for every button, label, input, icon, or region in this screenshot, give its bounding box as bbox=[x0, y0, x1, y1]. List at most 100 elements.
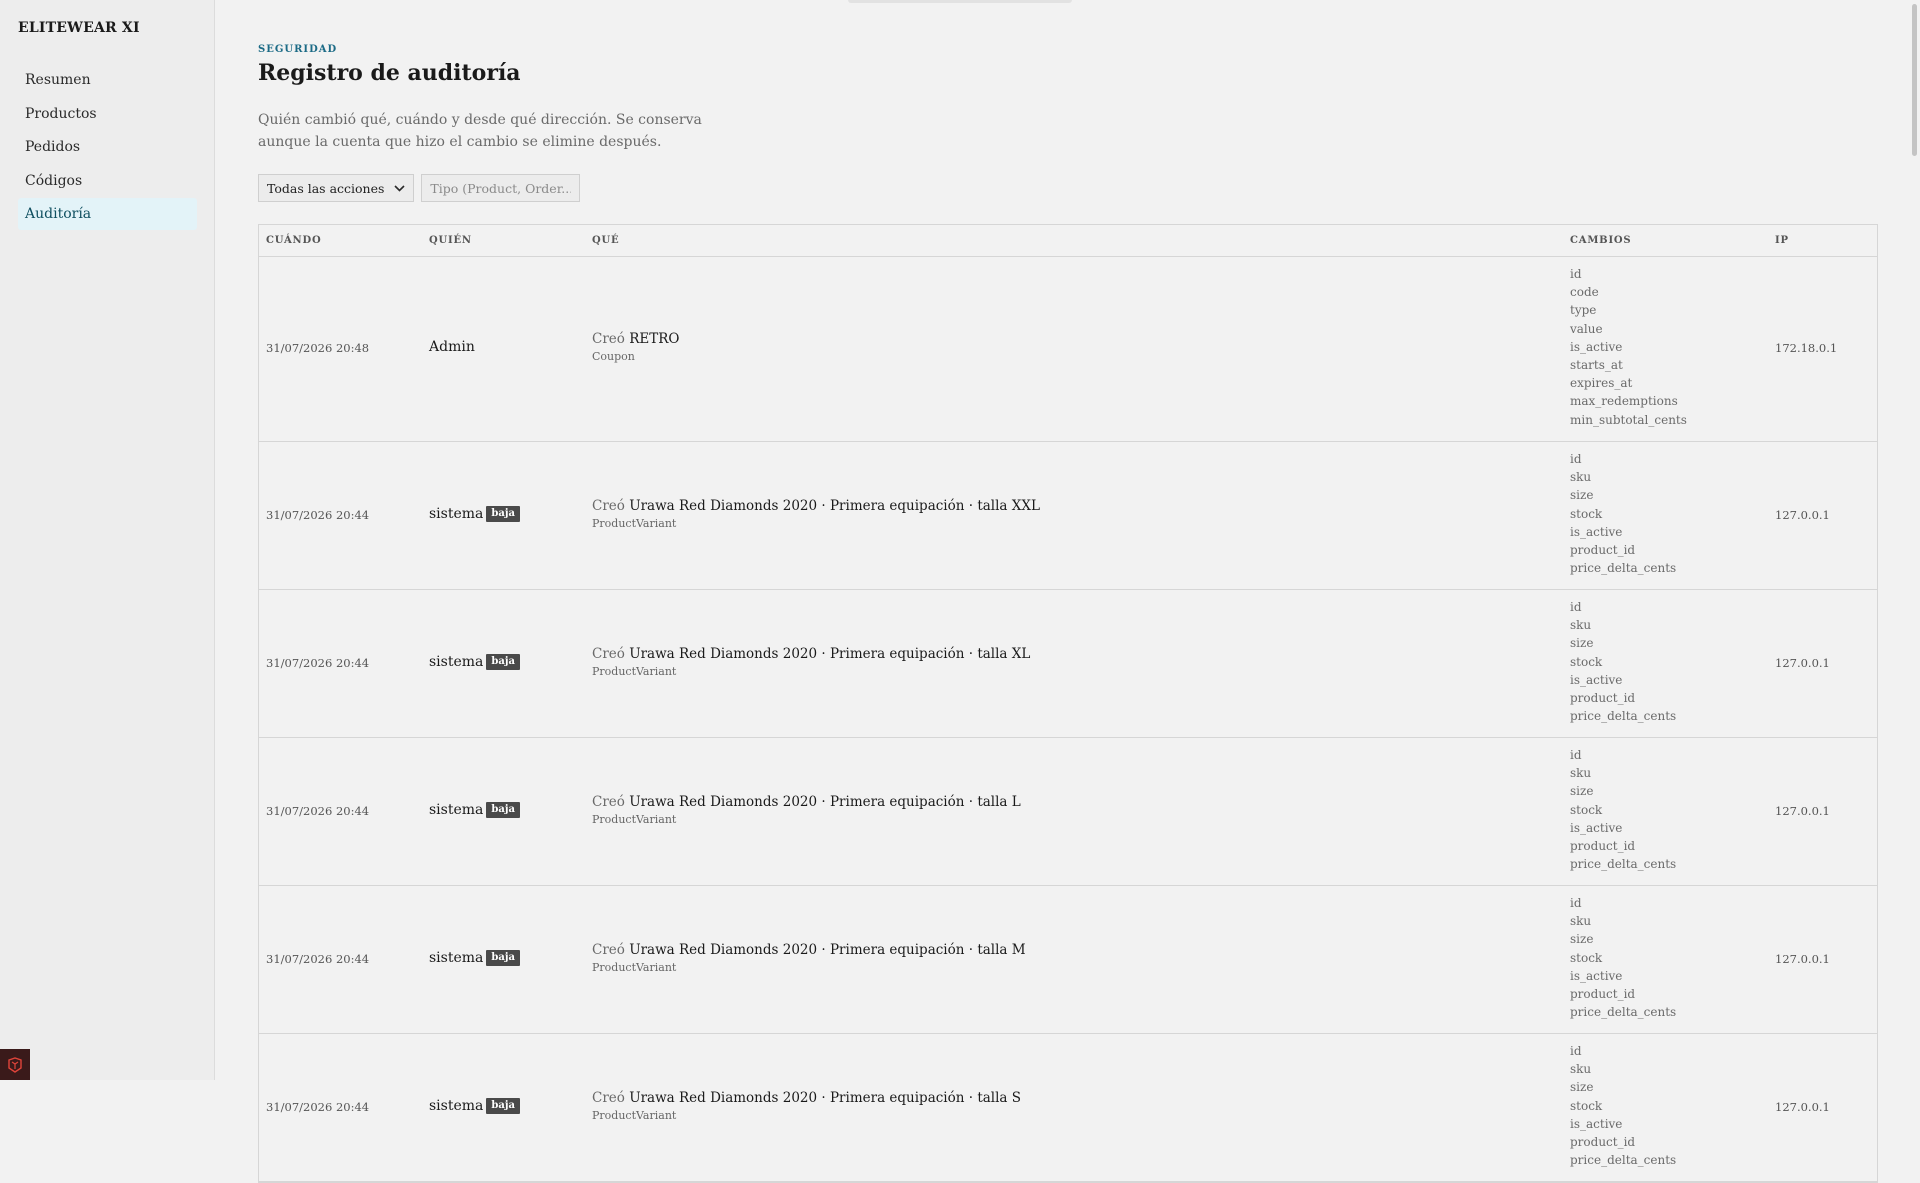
changed-field: is_active bbox=[1570, 672, 1623, 687]
column-header-ip: IP bbox=[1775, 235, 1789, 246]
cell-when: 31/07/2026 20:44 bbox=[266, 951, 370, 966]
changed-field: expires_at bbox=[1570, 376, 1633, 391]
actor-name: sistema bbox=[429, 801, 484, 818]
changed-field: price_delta_cents bbox=[1570, 1153, 1677, 1168]
changed-field: id bbox=[1570, 267, 1582, 281]
column-header-when: CUÁNDO bbox=[266, 235, 322, 246]
cell-who: sistema baja bbox=[429, 949, 520, 966]
top-tab-handle bbox=[848, 0, 1072, 3]
changed-field: price_delta_cents bbox=[1570, 709, 1677, 724]
sidebar-item-4[interactable]: Auditoría bbox=[18, 198, 197, 230]
changed-field: id bbox=[1570, 600, 1582, 614]
sidebar-nav: Resumen Productos Pedidos Códigos Auditoría bbox=[18, 64, 197, 232]
changed-field: price_delta_cents bbox=[1570, 857, 1677, 872]
actor-name: sistema bbox=[429, 505, 484, 522]
changed-field: is_active bbox=[1570, 968, 1623, 983]
changed-field: is_active bbox=[1570, 339, 1623, 354]
status-badge: baja bbox=[486, 1097, 520, 1114]
changed-field: id bbox=[1570, 452, 1582, 466]
changed-field: price_delta_cents bbox=[1570, 1005, 1677, 1020]
changed-field: product_id bbox=[1570, 839, 1636, 854]
changed-field: type bbox=[1570, 303, 1597, 318]
action-summary: Creó Urawa Red Diamonds 2020 · Primera e… bbox=[592, 498, 1040, 514]
changed-field: product_id bbox=[1570, 987, 1636, 1002]
cell-changes: id sku size stock is_active product_id price_d… bbox=[1570, 1042, 1676, 1169]
table-row: 31/07/2026 20:44 sistema baja Creó Urawa Re… bbox=[259, 590, 1877, 738]
scrollbar-thumb[interactable] bbox=[1912, 4, 1917, 156]
type-filter-input[interactable] bbox=[421, 174, 581, 202]
changed-field: sku bbox=[1570, 1062, 1592, 1077]
cell-who: sistema baja bbox=[429, 505, 520, 522]
changed-field: starts_at bbox=[1570, 358, 1623, 373]
audit-log-table: CUÁNDO QUIÉN QUÉ CAMBIOS IP 31/07/2026 2… bbox=[258, 224, 1878, 1183]
changed-field: size bbox=[1570, 488, 1594, 503]
cell-when: 31/07/2026 20:44 bbox=[266, 655, 370, 670]
table-row: 31/07/2026 20:44 sistema baja Creó Urawa Re… bbox=[259, 442, 1877, 590]
action-verb: Creó bbox=[592, 331, 625, 347]
table-row: 31/07/2026 20:44 sistema baja Creó Urawa Re… bbox=[259, 886, 1877, 1034]
status-badge: baja bbox=[486, 801, 520, 818]
changed-field: size bbox=[1570, 636, 1594, 651]
cell-who: sistema baja bbox=[429, 653, 520, 670]
sidebar-item-1[interactable]: Productos bbox=[18, 98, 197, 130]
debug-toolbar-icon[interactable] bbox=[0, 1049, 30, 1080]
entity-type: ProductVariant bbox=[592, 1108, 677, 1122]
action-verb: Creó bbox=[592, 1089, 625, 1106]
changed-field: size bbox=[1570, 932, 1594, 947]
action-filter-value: Todas las acciones bbox=[267, 180, 385, 196]
actor-name: sistema bbox=[429, 949, 484, 966]
changed-field: id bbox=[1570, 748, 1582, 762]
cell-when: 31/07/2026 20:48 bbox=[266, 341, 370, 355]
brand-logo: ELITEWEAR XI bbox=[18, 20, 140, 36]
cell-changes: id sku size stock is_active product_id price_d… bbox=[1570, 746, 1676, 873]
changed-field: code bbox=[1570, 285, 1599, 300]
entity-type: ProductVariant bbox=[592, 664, 677, 678]
changed-field: stock bbox=[1570, 506, 1603, 521]
entity-type: ProductVariant bbox=[592, 516, 677, 530]
changed-field: stock bbox=[1570, 654, 1603, 669]
cell-ip: 172.18.0.1 bbox=[1775, 341, 1838, 355]
changed-field: sku bbox=[1570, 766, 1592, 781]
actor-name: Admin bbox=[429, 339, 475, 355]
action-summary: Creó Urawa Red Diamonds 2020 · Primera e… bbox=[592, 646, 1030, 662]
page-title: Registro de auditoría bbox=[258, 60, 521, 86]
changed-field: sku bbox=[1570, 470, 1592, 485]
sidebar: ELITEWEAR XI Resumen Productos Pedidos Códi… bbox=[0, 0, 215, 1080]
changed-field: stock bbox=[1570, 1098, 1603, 1113]
changed-field: max_redemptions bbox=[1570, 394, 1678, 409]
cell-ip: 127.0.0.1 bbox=[1775, 655, 1830, 670]
column-header-who: QUIÉN bbox=[429, 235, 472, 246]
changed-field: product_id bbox=[1570, 543, 1636, 558]
actor-name: sistema bbox=[429, 653, 484, 670]
sidebar-item-2[interactable]: Pedidos bbox=[18, 131, 197, 163]
page-scrollbar[interactable] bbox=[1908, 0, 1920, 1080]
cell-ip: 127.0.0.1 bbox=[1775, 951, 1830, 966]
action-verb: Creó bbox=[592, 497, 625, 514]
column-header-changes: CAMBIOS bbox=[1570, 235, 1632, 246]
sidebar-item-0[interactable]: Resumen bbox=[18, 64, 197, 96]
cell-ip: 127.0.0.1 bbox=[1775, 803, 1830, 818]
cell-changes: id code type value is_active starts_at expires… bbox=[1570, 265, 1687, 429]
changed-field: id bbox=[1570, 1044, 1582, 1058]
action-verb: Creó bbox=[592, 645, 625, 662]
action-summary: Creó Urawa Red Diamonds 2020 · Primera e… bbox=[592, 942, 1026, 958]
changed-field: product_id bbox=[1570, 691, 1636, 706]
entity-type: ProductVariant bbox=[592, 960, 677, 974]
table-row: 31/07/2026 20:48 Admin Creó RETRO Coupon id c… bbox=[259, 257, 1877, 442]
filters-bar: Todas las acciones bbox=[258, 174, 581, 202]
action-summary: Creó RETRO bbox=[592, 331, 679, 347]
cell-when: 31/07/2026 20:44 bbox=[266, 507, 370, 522]
entity-type: Coupon bbox=[592, 350, 635, 363]
changed-field: price_delta_cents bbox=[1570, 561, 1677, 576]
cell-what: Creó RETRO Coupon bbox=[592, 331, 679, 363]
cell-who: sistema baja bbox=[429, 801, 520, 818]
sidebar-item-3[interactable]: Códigos bbox=[18, 165, 197, 197]
action-subject: Urawa Red Diamonds 2020 · Primera equipa… bbox=[629, 645, 1031, 662]
cell-what: Creó Urawa Red Diamonds 2020 · Primera e… bbox=[592, 498, 1040, 530]
changed-field: is_active bbox=[1570, 820, 1623, 835]
changed-field: min_subtotal_cents bbox=[1570, 412, 1687, 427]
action-filter-select[interactable]: Todas las acciones bbox=[258, 174, 415, 202]
table-row: 31/07/2026 20:44 sistema baja Creó Urawa Re… bbox=[259, 1034, 1877, 1182]
action-subject: Urawa Red Diamonds 2020 · Primera equipa… bbox=[629, 941, 1026, 958]
action-summary: Creó Urawa Red Diamonds 2020 · Primera e… bbox=[592, 794, 1021, 810]
